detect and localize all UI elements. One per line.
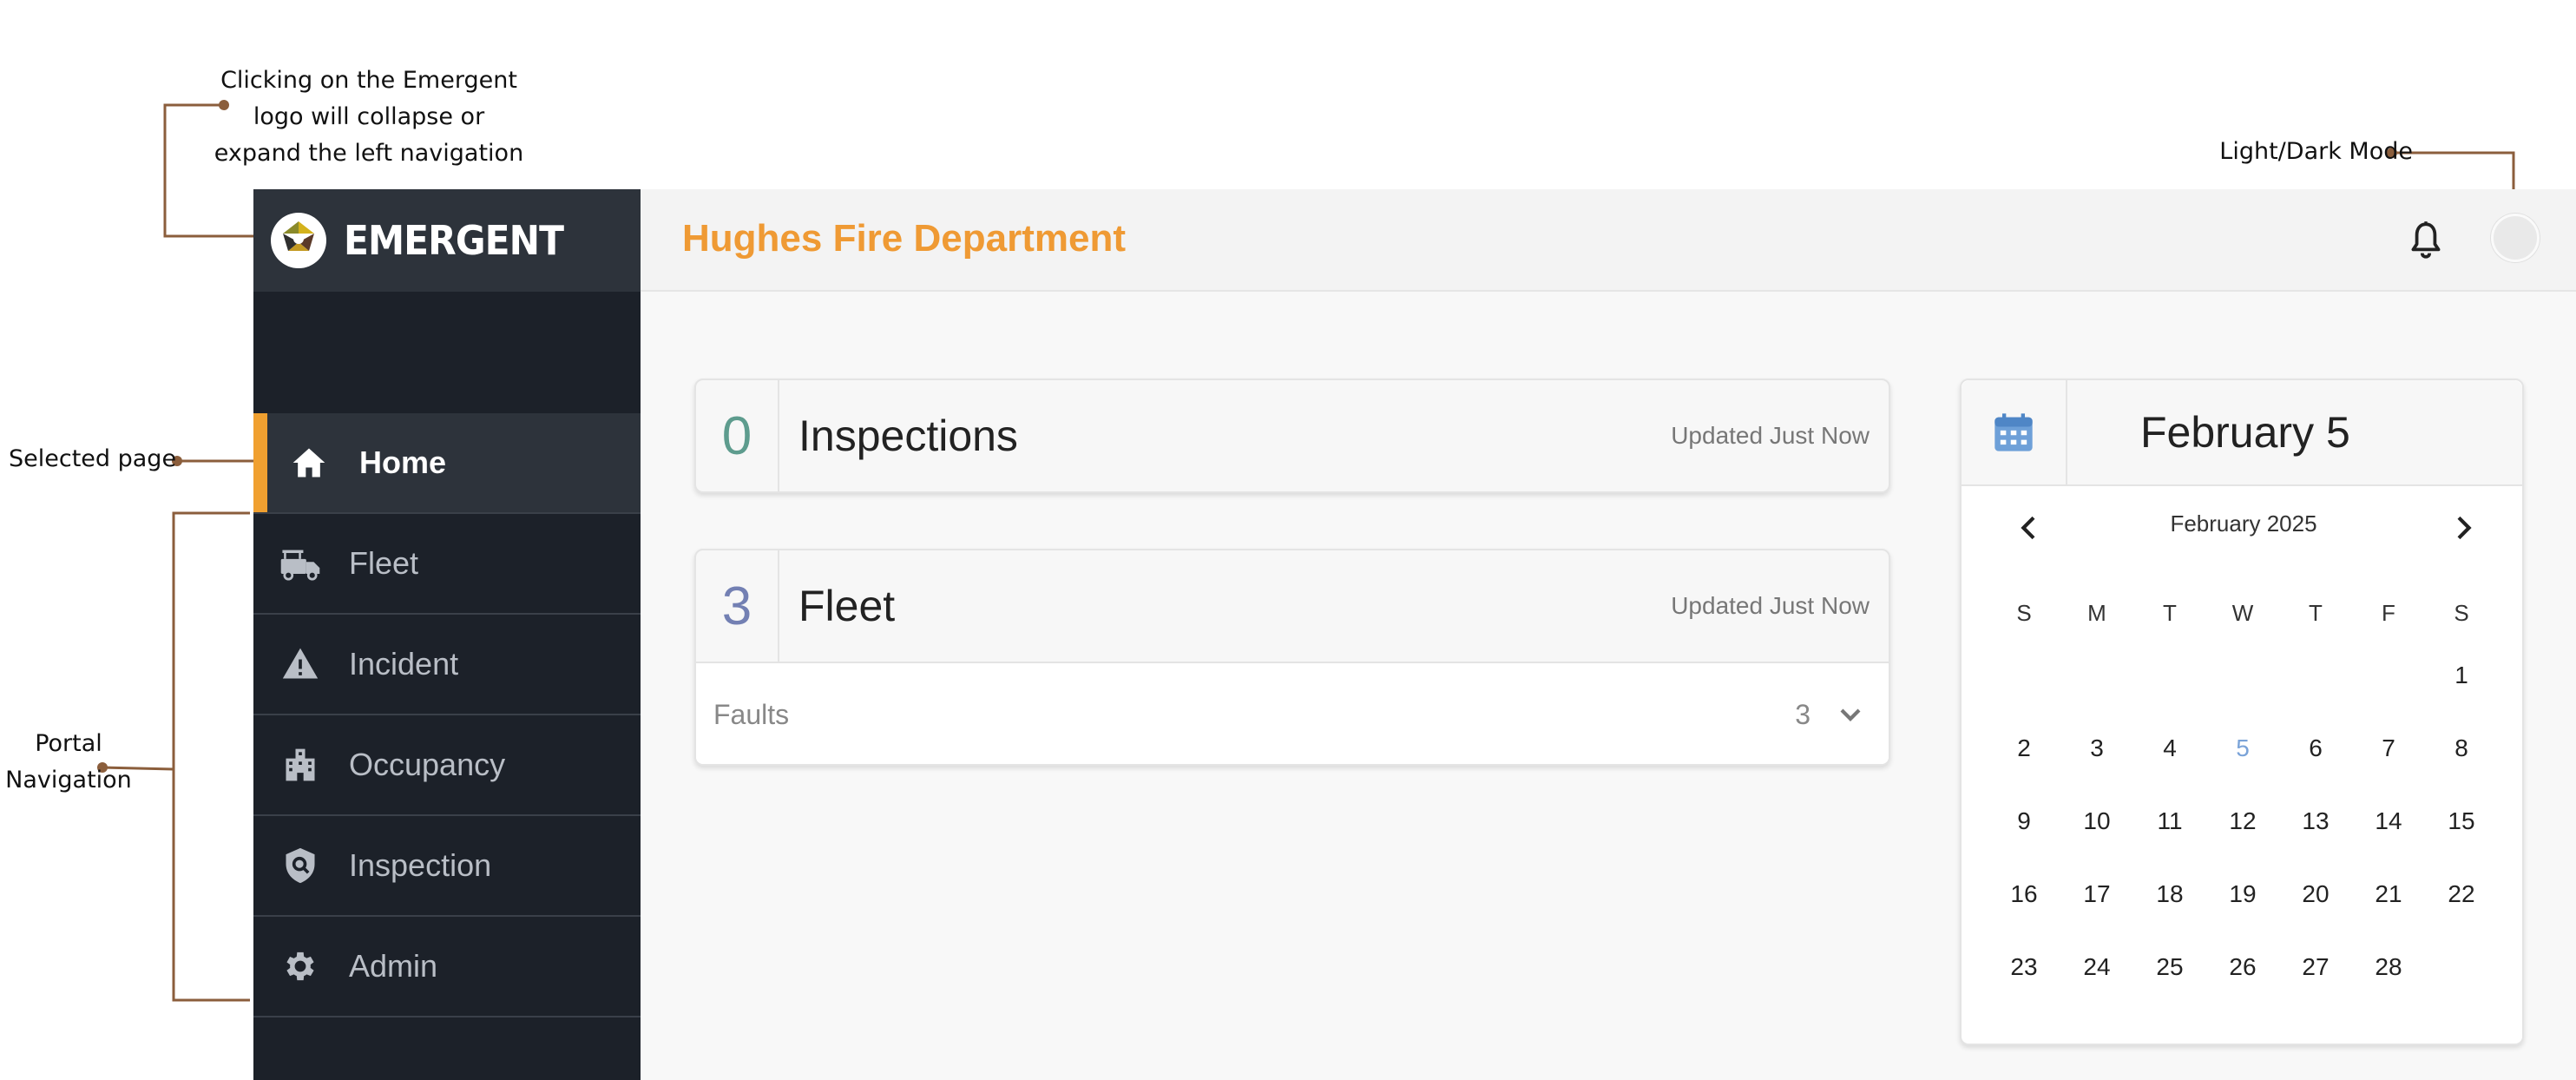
- inspections-card[interactable]: 0 Inspections Updated Just Now: [694, 379, 1890, 493]
- calendar-card: February 5 February 2025 SMTWTFS12345678…: [1960, 379, 2524, 1045]
- calendar-day[interactable]: 6: [2279, 712, 2352, 785]
- faults-label: Faults: [713, 698, 790, 730]
- selected-page-annotation: Selected page: [9, 445, 177, 472]
- calendar-blank: [2352, 639, 2425, 712]
- fleet-updated: Updated Just Now: [1671, 592, 1870, 619]
- left-navigation: EMERGENT Home Fleet Incident Occupancy I…: [253, 189, 641, 1080]
- calendar-header: February 5: [1962, 380, 2522, 486]
- calendar-day[interactable]: 22: [2425, 858, 2498, 931]
- home-icon: [283, 437, 335, 489]
- portal-navigation-annotation: Portal Navigation: [0, 726, 137, 799]
- sidebar-item-label: Incident: [349, 646, 459, 682]
- inspections-updated: Updated Just Now: [1671, 422, 1870, 449]
- portal-annotation-line: Navigation: [5, 767, 132, 794]
- calendar-day[interactable]: 16: [1988, 858, 2060, 931]
- calendar-day[interactable]: 20: [2279, 858, 2352, 931]
- sidebar-item-occupancy[interactable]: Occupancy: [253, 715, 641, 816]
- building-icon: [274, 739, 326, 791]
- emergent-logo-icon: [271, 213, 326, 268]
- sidebar-item-fleet[interactable]: Fleet: [253, 514, 641, 615]
- calendar-day[interactable]: 3: [2060, 712, 2133, 785]
- portal-annotation-line: Portal: [35, 730, 102, 757]
- weekday-label: S: [2016, 599, 2032, 626]
- top-bar: Hughes Fire Department: [641, 189, 2576, 292]
- calendar-day[interactable]: 15: [2425, 785, 2498, 858]
- inspections-title: Inspections: [798, 412, 1018, 460]
- fleet-title: Fleet: [798, 582, 896, 630]
- sidebar-item-label: Admin: [349, 948, 438, 984]
- logo-annotation: Clicking on the Emergent logo will colla…: [208, 63, 529, 172]
- light-dark-toggle[interactable]: [2491, 214, 2540, 262]
- sidebar-item-admin[interactable]: Admin: [253, 917, 641, 1017]
- weekday-label: T: [2163, 599, 2177, 626]
- weekday-label: F: [2382, 599, 2395, 626]
- calendar-day[interactable]: 25: [2133, 931, 2206, 1004]
- calendar-day[interactable]: 24: [2060, 931, 2133, 1004]
- calendar-day[interactable]: 14: [2352, 785, 2425, 858]
- calendar-day[interactable]: 12: [2206, 785, 2279, 858]
- chevron-right-icon[interactable]: [2446, 510, 2481, 545]
- calendar-blank: [2060, 639, 2133, 712]
- mode-annotation: Light/Dark Mode: [2219, 138, 2413, 165]
- calendar-day[interactable]: 26: [2206, 931, 2279, 1004]
- calendar-day[interactable]: 4: [2133, 712, 2206, 785]
- calendar-day[interactable]: 27: [2279, 931, 2352, 1004]
- weekday-label: T: [2309, 599, 2323, 626]
- calendar-month-label: February 2025: [2170, 510, 2317, 537]
- sidebar-item-incident[interactable]: Incident: [253, 615, 641, 715]
- sidebar-item-label: Inspection: [349, 847, 492, 883]
- calendar-day[interactable]: 2: [1988, 712, 2060, 785]
- weekday-label: S: [2454, 599, 2469, 626]
- page-title: Hughes Fire Department: [682, 217, 1126, 260]
- inspections-count: 0: [696, 380, 779, 491]
- calendar-blank: [2133, 639, 2206, 712]
- fleet-card: 3 Fleet Updated Just Now Faults 3: [694, 549, 1890, 766]
- bell-icon[interactable]: [2404, 219, 2448, 262]
- calendar-day[interactable]: 23: [1988, 931, 2060, 1004]
- sidebar-item-inspection[interactable]: Inspection: [253, 816, 641, 917]
- calendar-day[interactable]: 18: [2133, 858, 2206, 931]
- calendar-day[interactable]: 21: [2352, 858, 2425, 931]
- calendar-day[interactable]: 7: [2352, 712, 2425, 785]
- logo-annotation-line: logo will collapse or: [253, 103, 485, 130]
- calendar-day[interactable]: 19: [2206, 858, 2279, 931]
- fire-truck-icon: [274, 537, 326, 589]
- calendar-icon: [1962, 380, 2067, 484]
- sidebar-item-label: Home: [359, 445, 447, 480]
- warning-icon: [274, 638, 326, 690]
- dashboard-main: 0 Inspections Updated Just Now 3 Fleet U…: [641, 292, 2576, 1080]
- gear-icon: [274, 940, 326, 992]
- logo-annotation-line: expand the left navigation: [214, 140, 524, 167]
- weekday-label: M: [2087, 599, 2106, 626]
- sidebar-item-home[interactable]: Home: [253, 413, 641, 514]
- chevron-down-icon: [1833, 697, 1868, 732]
- selected-date: February 5: [2140, 408, 2350, 457]
- faults-expander[interactable]: Faults 3: [696, 662, 1889, 764]
- calendar-day[interactable]: 28: [2352, 931, 2425, 1004]
- sidebar-item-label: Occupancy: [349, 747, 506, 782]
- fleet-card-header[interactable]: 3 Fleet Updated Just Now: [696, 550, 1889, 662]
- calendar-blank: [1988, 639, 2060, 712]
- calendar-day[interactable]: 11: [2133, 785, 2206, 858]
- calendar-day[interactable]: 9: [1988, 785, 2060, 858]
- portal-navigation: Home Fleet Incident Occupancy Inspection…: [253, 413, 641, 1017]
- logo-annotation-line: Clicking on the Emergent: [220, 67, 517, 94]
- fleet-count: 3: [696, 550, 779, 662]
- calendar-day[interactable]: 1: [2425, 639, 2498, 712]
- shield-search-icon: [274, 840, 326, 892]
- calendar-day[interactable]: 8: [2425, 712, 2498, 785]
- calendar-nav: February 2025: [1962, 486, 2522, 568]
- sidebar-item-label: Fleet: [349, 545, 419, 581]
- calendar-day[interactable]: 10: [2060, 785, 2133, 858]
- calendar-blank: [2206, 639, 2279, 712]
- brand-name: EMERGENT: [344, 217, 564, 264]
- calendar-blank: [2279, 639, 2352, 712]
- calendar-day[interactable]: 17: [2060, 858, 2133, 931]
- calendar-day[interactable]: 13: [2279, 785, 2352, 858]
- calendar-grid: S M T W T F S 1 2 3 4 5 6 7 8 9 10 11 12 13 14 15 16 17 18 19 20 21…: [1988, 587, 2500, 1004]
- brand-logo-button[interactable]: EMERGENT: [253, 189, 641, 292]
- weekday-label: W: [2231, 599, 2254, 626]
- calendar-day[interactable]: 5: [2206, 712, 2279, 785]
- faults-count: 3: [1795, 698, 1810, 730]
